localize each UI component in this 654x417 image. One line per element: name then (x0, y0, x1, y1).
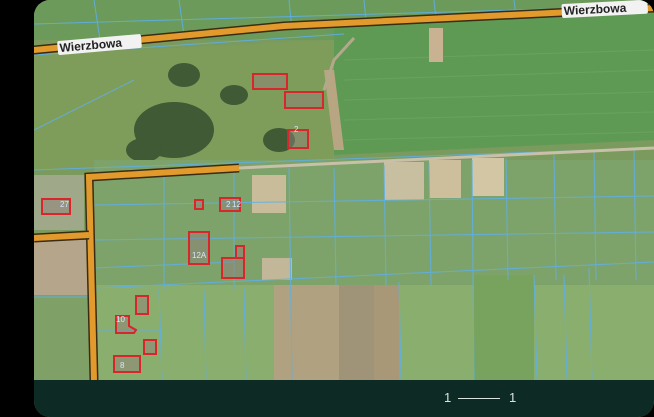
field-plowed-3 (374, 285, 399, 380)
scale-bar-icon (458, 398, 500, 399)
field-lower-band (94, 160, 654, 290)
scale-left-label: 1 (444, 390, 452, 405)
building-number: 2 (226, 200, 231, 209)
road-left-branch-fill (34, 232, 90, 241)
field-green-strip (474, 275, 534, 380)
building-number: 12 (232, 200, 241, 209)
bare-lot-left (34, 240, 94, 295)
building-number: 12A (192, 251, 207, 260)
bare-lot-4 (252, 175, 286, 213)
building[interactable] (143, 339, 157, 355)
building[interactable] (194, 199, 204, 210)
building-number: 2 (294, 125, 299, 134)
bare-lot-3 (472, 158, 504, 196)
bare-lot-5 (262, 258, 292, 280)
bare-patch-top (429, 28, 443, 62)
building[interactable] (252, 73, 288, 90)
building-number: 8 (120, 361, 125, 370)
map-footer: 1 1 (34, 380, 654, 417)
field-plowed-2 (339, 285, 374, 380)
building[interactable] (135, 295, 149, 315)
bare-lot-2 (429, 160, 461, 198)
field-bottom-left (34, 290, 94, 380)
building[interactable] (113, 355, 141, 373)
field-plowed-1 (274, 285, 339, 380)
building[interactable] (284, 91, 324, 109)
bare-lot-1 (384, 162, 424, 200)
scale-right-label: 1 (509, 390, 517, 405)
building[interactable] (235, 245, 245, 259)
building-number: 10 (116, 315, 125, 324)
aerial-map[interactable]: Wierzbowa Wierzbowa 2 27 2 12 12A 10 8 (34, 0, 654, 380)
building-number: 27 (60, 200, 69, 209)
building[interactable] (221, 257, 245, 279)
map-frame: Wierzbowa Wierzbowa 2 27 2 12 12A 10 8 1… (34, 0, 654, 417)
